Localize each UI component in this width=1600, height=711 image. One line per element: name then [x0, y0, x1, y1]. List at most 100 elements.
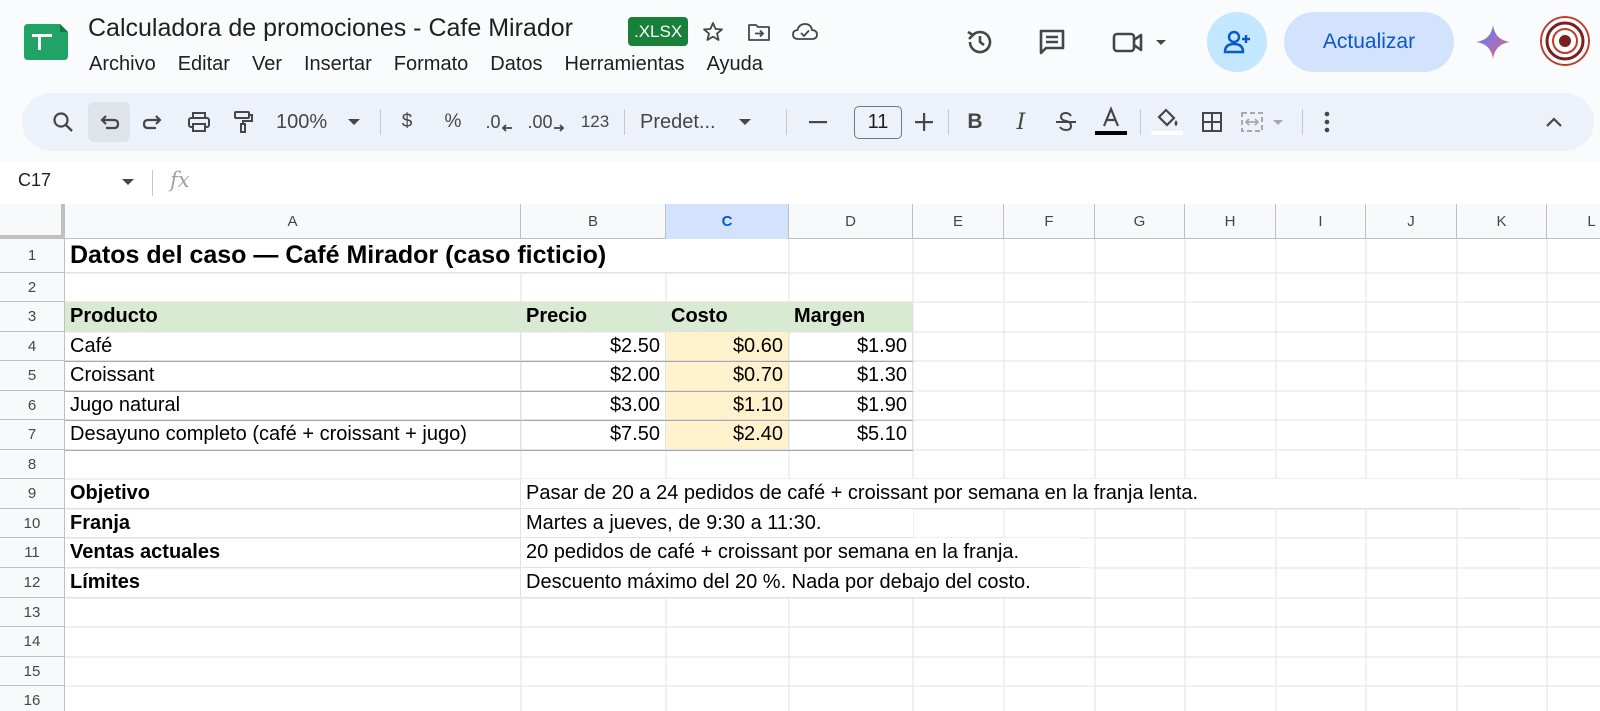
- currency-format-button[interactable]: $: [388, 102, 426, 142]
- collapse-toolbar-icon[interactable]: [1536, 102, 1572, 142]
- table-cell-precio[interactable]: $2.50: [521, 332, 666, 361]
- gemini-sparkle-icon[interactable]: [1473, 22, 1513, 62]
- menu-ver[interactable]: Ver: [241, 50, 293, 78]
- share-button[interactable]: [1207, 12, 1267, 72]
- table-cell-costo[interactable]: $0.60: [666, 332, 789, 361]
- table-cell-margen[interactable]: $5.10: [789, 420, 913, 450]
- row-header-5[interactable]: 5: [0, 361, 65, 391]
- row-header-15[interactable]: 15: [0, 657, 65, 686]
- info-value-cell[interactable]: 20 pedidos de café + croissant por seman…: [521, 538, 1081, 568]
- percent-format-button[interactable]: %: [434, 102, 472, 142]
- bold-icon[interactable]: B: [956, 102, 994, 142]
- table-cell-precio[interactable]: $2.00: [521, 361, 666, 391]
- name-box[interactable]: C17: [18, 170, 51, 191]
- select-all-corner[interactable]: [0, 204, 65, 239]
- menu-insertar[interactable]: Insertar: [293, 50, 383, 78]
- more-options-icon[interactable]: [1312, 102, 1342, 142]
- strikethrough-icon[interactable]: [1046, 102, 1086, 142]
- fill-color-icon[interactable]: [1146, 102, 1188, 142]
- header-cell-producto[interactable]: Producto: [65, 302, 521, 332]
- star-icon[interactable]: [698, 17, 728, 47]
- italic-icon[interactable]: I: [1002, 102, 1040, 142]
- sheet-title-cell[interactable]: Datos del caso — Café Mirador (caso fict…: [65, 239, 787, 273]
- decrease-font-size-button[interactable]: [798, 102, 838, 142]
- row-header-10[interactable]: 10: [0, 509, 65, 538]
- increase-font-size-button[interactable]: [904, 102, 944, 142]
- paint-format-icon[interactable]: [224, 102, 262, 142]
- info-label-cell[interactable]: Límites: [65, 568, 521, 598]
- column-header-k[interactable]: K: [1457, 204, 1547, 239]
- print-icon[interactable]: [180, 102, 218, 142]
- borders-icon[interactable]: [1192, 102, 1232, 142]
- row-header-16[interactable]: 16: [0, 686, 65, 711]
- comments-icon[interactable]: [1030, 20, 1074, 64]
- row-header-4[interactable]: 4: [0, 332, 65, 361]
- info-value-cell[interactable]: Pasar de 20 a 24 pedidos de café + crois…: [521, 479, 1521, 509]
- column-header-c[interactable]: C: [666, 204, 789, 239]
- menu-ayuda[interactable]: Ayuda: [696, 50, 774, 78]
- table-cell-producto[interactable]: Desayuno completo (café + croissant + ju…: [65, 420, 521, 450]
- increase-decimal-button[interactable]: .00: [524, 102, 568, 142]
- menu-editar[interactable]: Editar: [167, 50, 241, 78]
- table-cell-producto[interactable]: Café: [65, 332, 521, 361]
- table-cell-producto[interactable]: Croissant: [65, 361, 521, 391]
- version-history-icon[interactable]: [958, 20, 1002, 64]
- font-family-select[interactable]: Predet...: [634, 102, 786, 142]
- font-size-input[interactable]: 11: [854, 106, 902, 139]
- row-header-8[interactable]: 8: [0, 450, 65, 479]
- column-header-a[interactable]: A: [65, 204, 521, 239]
- column-header-h[interactable]: H: [1185, 204, 1276, 239]
- row-header-1[interactable]: 1: [0, 239, 65, 273]
- header-cell-costo[interactable]: Costo: [666, 302, 789, 332]
- info-label-cell[interactable]: Objetivo: [65, 479, 521, 509]
- row-header-11[interactable]: 11: [0, 538, 65, 568]
- table-cell-costo[interactable]: $0.70: [666, 361, 789, 391]
- column-header-f[interactable]: F: [1004, 204, 1095, 239]
- row-header-2[interactable]: 2: [0, 273, 65, 302]
- column-header-g[interactable]: G: [1095, 204, 1185, 239]
- column-header-i[interactable]: I: [1276, 204, 1366, 239]
- row-header-7[interactable]: 7: [0, 420, 65, 450]
- row-header-12[interactable]: 12: [0, 568, 65, 598]
- zoom-select[interactable]: 100%: [272, 102, 376, 142]
- search-icon[interactable]: [44, 102, 82, 142]
- table-cell-costo[interactable]: $2.40: [666, 420, 789, 450]
- redo-icon[interactable]: [134, 102, 172, 142]
- undo-icon[interactable]: [88, 102, 130, 142]
- move-folder-icon[interactable]: [744, 17, 774, 47]
- cloud-saved-icon[interactable]: [790, 17, 820, 47]
- row-header-3[interactable]: 3: [0, 302, 65, 332]
- row-header-14[interactable]: 14: [0, 627, 65, 657]
- column-header-j[interactable]: J: [1366, 204, 1457, 239]
- header-cell-margen[interactable]: Margen: [789, 302, 913, 332]
- chevron-down-icon[interactable]: [121, 177, 135, 187]
- meet-call-icon[interactable]: [1110, 20, 1174, 64]
- update-button[interactable]: Actualizar: [1284, 12, 1454, 72]
- table-cell-margen[interactable]: $1.30: [789, 361, 913, 391]
- decrease-decimal-button[interactable]: .0: [478, 102, 520, 142]
- info-value-cell[interactable]: Martes a jueves, de 9:30 a 11:30.: [521, 509, 913, 538]
- column-header-d[interactable]: D: [789, 204, 913, 239]
- info-label-cell[interactable]: Ventas actuales: [65, 538, 521, 568]
- menu-herramientas[interactable]: Herramientas: [554, 50, 696, 78]
- table-cell-precio[interactable]: $7.50: [521, 420, 666, 450]
- text-color-icon[interactable]: [1090, 102, 1132, 142]
- table-cell-margen[interactable]: $1.90: [789, 391, 913, 420]
- info-value-cell[interactable]: Descuento máximo del 20 %. Nada por deba…: [521, 568, 1091, 598]
- header-cell-precio[interactable]: Precio: [521, 302, 666, 332]
- column-header-b[interactable]: B: [521, 204, 666, 239]
- table-cell-precio[interactable]: $3.00: [521, 391, 666, 420]
- menu-archivo[interactable]: Archivo: [78, 50, 167, 78]
- menu-datos[interactable]: Datos: [479, 50, 553, 78]
- merge-cells-icon[interactable]: [1236, 102, 1298, 142]
- spreadsheet-grid[interactable]: A B C D E F G H I J K L 1 2 3 4 5 6 7 8 …: [0, 204, 1600, 711]
- column-header-l[interactable]: L: [1547, 204, 1600, 239]
- table-cell-producto[interactable]: Jugo natural: [65, 391, 521, 420]
- table-cell-costo[interactable]: $1.10: [666, 391, 789, 420]
- row-header-9[interactable]: 9: [0, 479, 65, 509]
- more-formats-button[interactable]: 123: [572, 102, 618, 142]
- document-title[interactable]: Calculadora de promociones - Cafe Mirado…: [88, 14, 573, 43]
- row-header-6[interactable]: 6: [0, 391, 65, 420]
- table-cell-margen[interactable]: $1.90: [789, 332, 913, 361]
- row-header-13[interactable]: 13: [0, 598, 65, 627]
